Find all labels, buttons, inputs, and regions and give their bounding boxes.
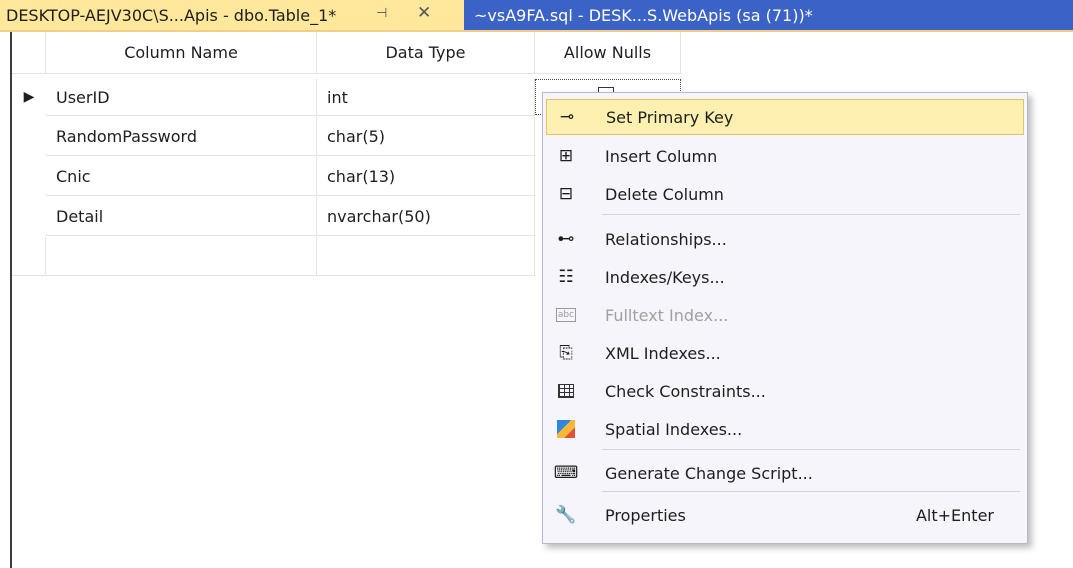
menu-separator: [602, 214, 1020, 215]
spatial-index-icon: [554, 417, 578, 441]
column-name-cell[interactable]: UserID: [46, 79, 317, 116]
column-name-cell[interactable]: Detail: [46, 197, 317, 236]
pin-icon[interactable]: ⊣: [376, 6, 387, 21]
xml-index-icon: ⎘: [559, 343, 573, 363]
menu-item-delete-column[interactable]: ⊟ Delete Column: [546, 176, 1024, 212]
data-type-cell[interactable]: char(13): [317, 157, 535, 196]
menu-item-properties[interactable]: 🔧 Properties Alt+Enter: [546, 497, 1024, 533]
column-name-cell[interactable]: Cnic: [46, 157, 317, 196]
wrench-icon: 🔧: [555, 505, 577, 525]
close-icon[interactable]: ✕: [417, 3, 431, 23]
column-header-allow-nulls[interactable]: Allow Nulls: [535, 32, 681, 74]
menu-item-insert-column[interactable]: ⊞ Insert Column: [546, 138, 1024, 174]
document-tab-bar: DESKTOP-AEJV30C\S...Apis - dbo.Table_1* …: [0, 0, 1073, 30]
context-menu: ⊸ Set Primary Key ⊞ Insert Column ⊟ Dele…: [542, 92, 1028, 544]
menu-separator: [602, 491, 1020, 492]
menu-item-generate-change-script[interactable]: ⌨ Generate Change Script...: [546, 455, 1024, 491]
change-script-icon: ⌨: [553, 463, 579, 483]
key-icon: ⊸: [559, 107, 575, 127]
row-selector-header: [12, 32, 46, 74]
relationships-icon: ⊷: [557, 229, 575, 249]
menu-item-indexes-keys[interactable]: ☷ Indexes/Keys...: [546, 259, 1024, 295]
current-row-indicator-icon[interactable]: ▶: [12, 79, 46, 115]
data-type-cell[interactable]: int: [317, 79, 535, 116]
menu-item-check-constraints[interactable]: Check Constraints...: [546, 373, 1024, 409]
menu-item-fulltext-index[interactable]: abc Fulltext Index...: [546, 297, 1024, 333]
column-header-type[interactable]: Data Type: [317, 32, 535, 74]
new-data-type-cell[interactable]: [317, 237, 535, 276]
tab-title: ~vsA9FA.sql - DESK...S.WebApis (sa (71))…: [474, 5, 813, 25]
column-name-cell[interactable]: RandomPassword: [46, 117, 317, 156]
data-type-cell[interactable]: nvarchar(50): [317, 197, 535, 236]
menu-item-xml-indexes[interactable]: ⎘ XML Indexes...: [546, 335, 1024, 371]
menu-item-set-primary-key[interactable]: ⊸ Set Primary Key: [546, 99, 1024, 135]
tab-sql-query[interactable]: ~vsA9FA.sql - DESK...S.WebApis (sa (71))…: [464, 0, 1073, 30]
menu-separator: [602, 449, 1020, 450]
menu-item-spatial-indexes[interactable]: Spatial Indexes...: [546, 411, 1024, 447]
column-header-name[interactable]: Column Name: [46, 32, 317, 74]
indexes-icon: ☷: [558, 267, 574, 287]
check-constraints-icon: [554, 379, 578, 403]
delete-column-icon: ⊟: [558, 184, 574, 204]
insert-column-icon: ⊞: [558, 146, 574, 166]
data-type-cell[interactable]: char(5): [317, 117, 535, 156]
menu-item-relationships[interactable]: ⊷ Relationships...: [546, 221, 1024, 257]
tab-title: DESKTOP-AEJV30C\S...Apis - dbo.Table_1*: [6, 5, 337, 25]
tab-table-designer[interactable]: DESKTOP-AEJV30C\S...Apis - dbo.Table_1* …: [0, 0, 464, 30]
shortcut-label: Alt+Enter: [915, 505, 994, 525]
new-row-selector[interactable]: [12, 237, 46, 276]
fulltext-icon: abc: [555, 308, 577, 322]
new-column-name-cell[interactable]: [46, 237, 317, 276]
